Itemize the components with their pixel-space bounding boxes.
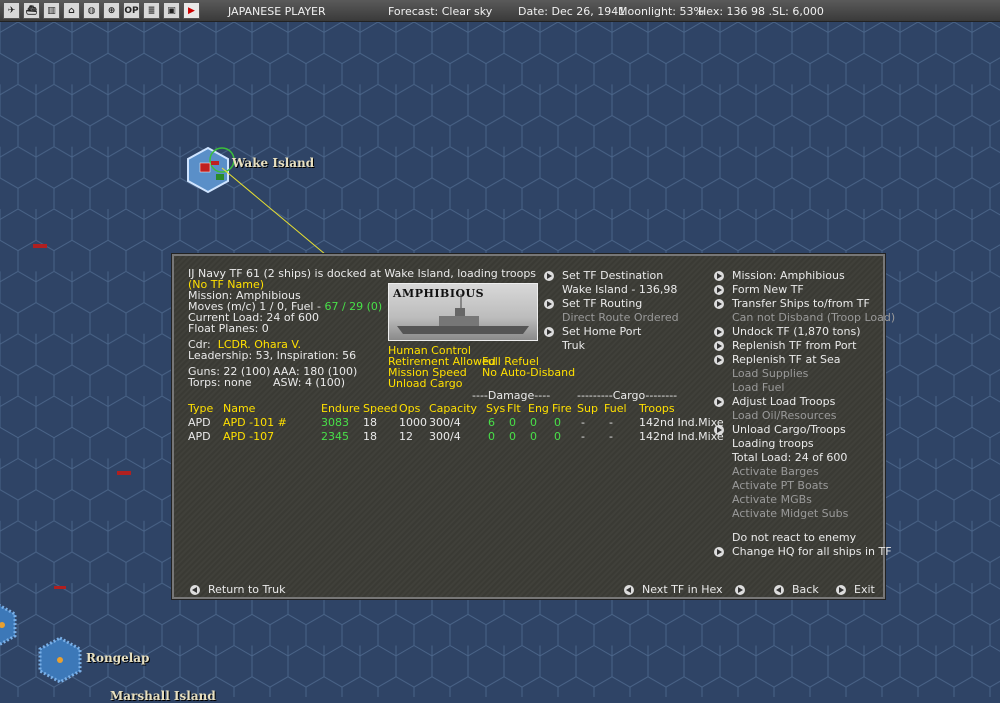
aircraft-icon[interactable]: ✈ xyxy=(3,2,20,19)
enemy-ship-icon-3[interactable] xyxy=(54,586,66,589)
load-oil-option: Load Oil/Resources xyxy=(732,409,837,422)
cargo-header: ---------Cargo-------- xyxy=(577,389,678,402)
arrow-right-icon xyxy=(544,327,554,337)
activate-barges-option: Activate Barges xyxy=(732,465,819,478)
undock-button[interactable]: Undock TF (1,870 tons) xyxy=(714,326,861,338)
form-tf-button[interactable]: Form New TF xyxy=(714,284,804,296)
arrow-right-icon xyxy=(714,397,724,407)
disband-toggle[interactable]: No Auto-Disband xyxy=(482,367,575,379)
marshall-label[interactable]: Marshall Island xyxy=(110,689,216,703)
arrow-right-icon xyxy=(836,585,846,595)
replenish-sea-button[interactable]: Replenish TF at Sea xyxy=(714,354,841,366)
activate-pt-boats-option: Activate PT Boats xyxy=(732,479,829,492)
tf-ship-icon[interactable] xyxy=(199,162,211,173)
no-disband-label: Can not Disband (Troop Load) xyxy=(732,311,896,324)
col-fire[interactable]: Fire xyxy=(552,403,572,415)
tf-float-planes: Float Planes: 0 xyxy=(188,322,269,335)
damage-header: ----Damage---- xyxy=(472,389,551,402)
wake-island-label[interactable]: Wake Island xyxy=(232,156,314,170)
col-ops[interactable]: Ops xyxy=(399,403,420,415)
col-eng[interactable]: Eng xyxy=(528,403,549,415)
player-label: JAPANESE PLAYER xyxy=(228,5,326,18)
activate-mgbs-option: Activate MGBs xyxy=(732,493,812,506)
tf-torps: Torps: none xyxy=(188,376,252,389)
hex-label: Hex: 136 98 .SL: 6,000 xyxy=(698,5,824,18)
arrow-right-icon xyxy=(714,547,724,557)
forecast-label: Forecast: Clear sky xyxy=(388,5,493,18)
set-destination-button[interactable]: Set TF Destination xyxy=(544,270,663,282)
col-flt[interactable]: Flt xyxy=(507,403,521,415)
activate-midget-subs-option: Activate Midget Subs xyxy=(732,507,849,520)
enemy-ship-icon[interactable] xyxy=(33,244,47,248)
arrow-right-icon xyxy=(544,271,554,281)
globe-icon[interactable]: ◍ xyxy=(83,2,100,19)
arrow-right-icon xyxy=(714,299,724,309)
rongelap-label[interactable]: Rongelap xyxy=(86,651,149,665)
enemy-ship-icon-2[interactable] xyxy=(117,471,131,475)
next-tf-button[interactable]: Next TF in Hex xyxy=(624,584,745,596)
col-type[interactable]: Type xyxy=(188,403,213,415)
exit-button[interactable]: Exit xyxy=(836,584,875,596)
mission-button[interactable]: Mission: Amphibious xyxy=(714,270,845,282)
tf-asw: ASW: 4 (100) xyxy=(273,376,346,389)
replenish-port-button[interactable]: Replenish TF from Port xyxy=(714,340,856,352)
return-arrow-icon xyxy=(190,585,200,595)
chart-icon[interactable]: ▥ xyxy=(43,2,60,19)
loading-troops-status: Loading troops xyxy=(732,437,814,450)
ship-name[interactable]: APD -101 # xyxy=(223,417,287,429)
total-load-status: Total Load: 24 of 600 xyxy=(732,451,848,464)
col-troops[interactable]: Troops xyxy=(639,403,675,415)
col-endure[interactable]: Endure xyxy=(321,403,360,415)
arrow-left-icon[interactable] xyxy=(624,585,634,595)
play-icon[interactable]: ▶ xyxy=(183,2,200,19)
arrow-right-icon xyxy=(714,341,724,351)
col-fuel[interactable]: Fuel xyxy=(604,403,627,415)
op-icon[interactable]: OP xyxy=(123,2,140,19)
back-arrow-icon xyxy=(774,585,784,595)
tf-fuel: 67 / 29 (0) xyxy=(324,300,383,313)
arrow-right-icon xyxy=(714,285,724,295)
set-routing-button[interactable]: Set TF Routing xyxy=(544,298,642,310)
no-react-toggle[interactable]: Do not react to enemy xyxy=(732,532,856,544)
destination-value: Wake Island - 136,98 xyxy=(562,283,678,296)
list-icon[interactable]: ≣ xyxy=(143,2,160,19)
change-hq-button[interactable]: Change HQ for all ships in TF xyxy=(714,546,892,558)
return-to-port-button[interactable]: Return to Truk xyxy=(190,584,286,596)
adjust-load-troops-button[interactable]: Adjust Load Troops xyxy=(714,396,835,408)
col-capacity[interactable]: Capacity xyxy=(429,403,477,415)
arrow-right-icon xyxy=(544,299,554,309)
ship-name[interactable]: APD -107 xyxy=(223,431,274,443)
amphibious-photo: AMPHIBIOUS xyxy=(388,283,538,341)
routing-value: Direct Route Ordered xyxy=(562,311,679,324)
transfer-ships-button[interactable]: Transfer Ships to/from TF xyxy=(714,298,870,310)
col-sys[interactable]: Sys xyxy=(486,403,505,415)
moonlight-label: Moonlight: 53% xyxy=(618,5,704,18)
col-name[interactable]: Name xyxy=(223,403,255,415)
arrow-right-icon xyxy=(714,327,724,337)
load-fuel-option: Load Fuel xyxy=(732,381,785,394)
photo-icon[interactable]: ▣ xyxy=(163,2,180,19)
factory-icon[interactable]: ⌂ xyxy=(63,2,80,19)
set-home-port-button[interactable]: Set Home Port xyxy=(544,326,641,338)
col-sup[interactable]: Sup xyxy=(577,403,598,415)
arrow-right-icon[interactable] xyxy=(734,585,745,595)
home-port-value: Truk xyxy=(562,339,585,352)
back-button[interactable]: Back xyxy=(774,584,819,596)
task-force-panel: IJ Navy TF 61 (2 ships) is docked at Wak… xyxy=(172,254,895,599)
load-supplies-option: Load Supplies xyxy=(732,367,809,380)
top-toolbar: ✈ ⛴ ▥ ⌂ ◍ ⊕ OP ≣ ▣ ▶ JAPANESE PLAYER For… xyxy=(0,0,1000,22)
ship-icon[interactable]: ⛴ xyxy=(23,2,40,19)
unload-cargo-button[interactable]: Unload Cargo/Troops xyxy=(714,424,846,436)
unload-toggle[interactable]: Unload Cargo xyxy=(388,378,463,390)
arrow-right-icon xyxy=(714,425,724,435)
tf-leadership: Leadership: 53, Inspiration: 56 xyxy=(188,349,357,362)
date-label: Date: Dec 26, 1941 xyxy=(518,5,626,18)
arrow-right-icon xyxy=(714,271,724,281)
arrow-right-icon xyxy=(714,355,724,365)
target-icon[interactable]: ⊕ xyxy=(103,2,120,19)
col-speed[interactable]: Speed xyxy=(363,403,397,415)
